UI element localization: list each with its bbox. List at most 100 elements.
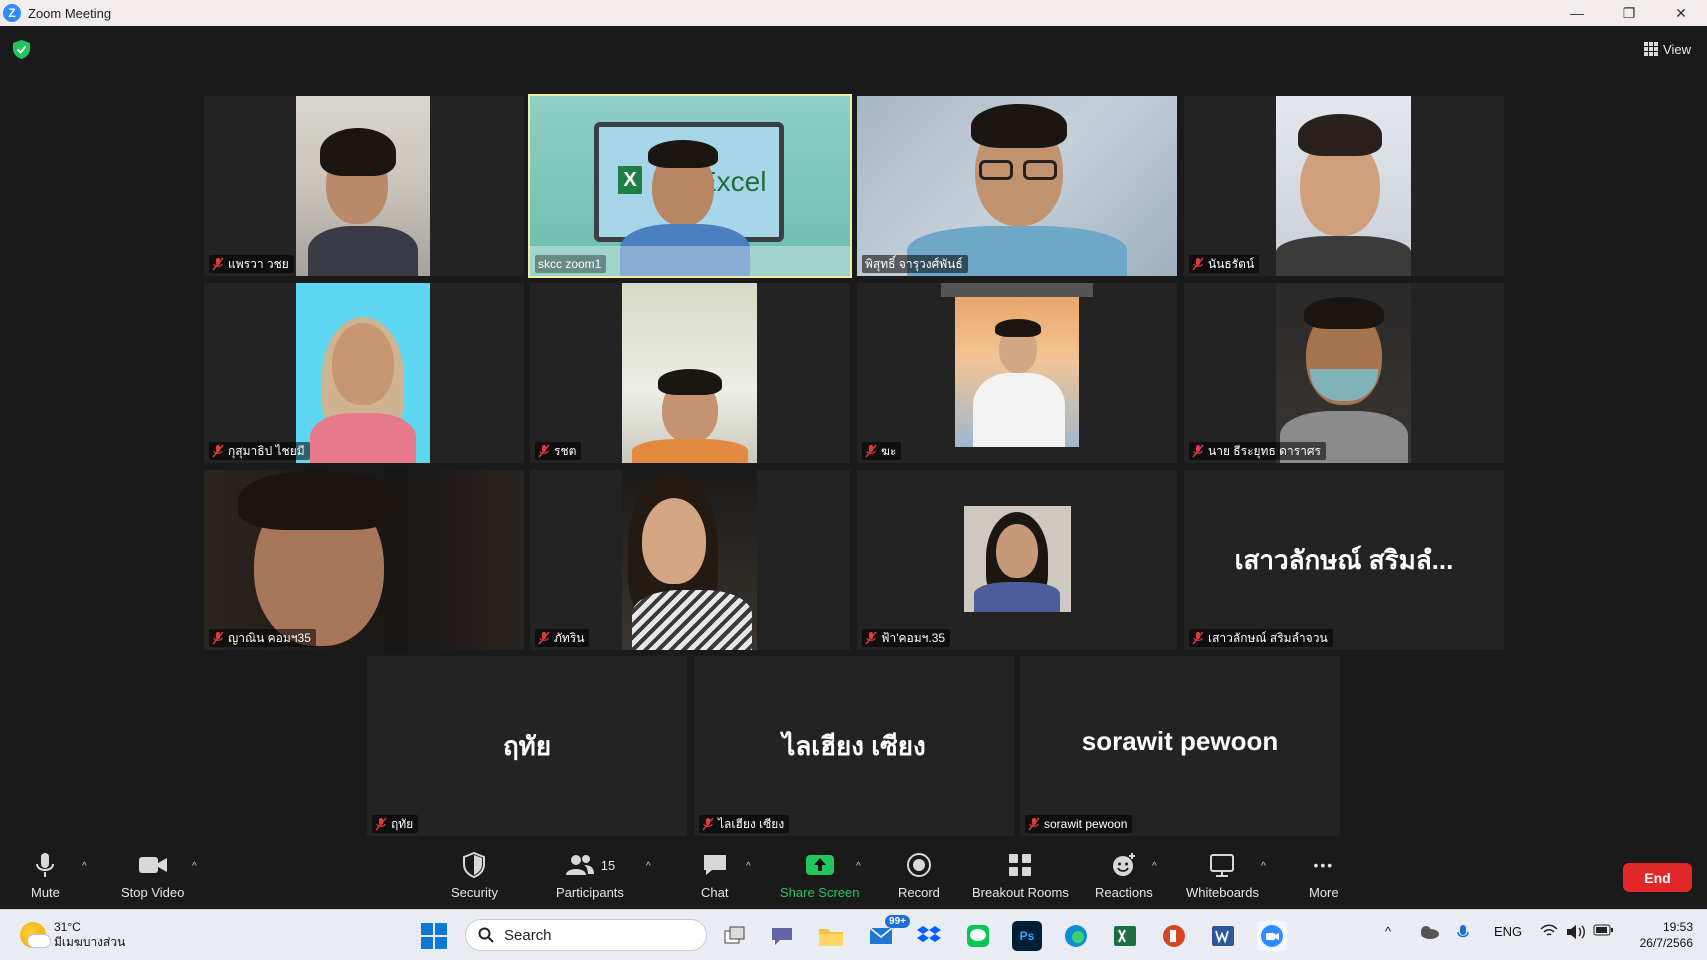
weather-widget[interactable]: 31°C มีเมฆบางส่วน xyxy=(20,920,125,950)
zoom-app-icon[interactable] xyxy=(1257,921,1287,951)
meeting-toolbar: Mute ^ Stop Video ^ Security 15 Particip… xyxy=(0,843,1707,909)
muted-microphone-icon xyxy=(538,631,550,645)
shared-thumbnails-strip xyxy=(941,283,1093,297)
window-title: Zoom Meeting xyxy=(28,5,112,21)
participants-count: 15 xyxy=(600,857,616,873)
participant-video xyxy=(857,96,1177,276)
chat-bubble-icon xyxy=(703,855,726,875)
audio-options-caret[interactable]: ^ xyxy=(82,861,87,872)
participant-name-label: ภัทริน xyxy=(535,629,590,647)
muted-microphone-icon xyxy=(375,817,387,831)
taskbar-search-box[interactable]: Search xyxy=(465,919,707,951)
more-button[interactable]: ••• More xyxy=(1309,851,1339,900)
video-options-caret[interactable]: ^ xyxy=(192,861,197,872)
input-language[interactable]: ENG xyxy=(1494,924,1522,939)
participant-display-name: ฤทัย xyxy=(502,731,552,761)
breakout-rooms-icon xyxy=(1009,854,1032,876)
security-button[interactable]: Security xyxy=(451,851,498,900)
participant-name-label: นาย ธีระยุทธ ดาราศร xyxy=(1189,442,1326,460)
participant-video xyxy=(955,297,1079,447)
participant-tile[interactable]: sorawit pewoon sorawit pewoon xyxy=(1020,656,1340,836)
clock-time: 19:53 xyxy=(1662,920,1693,934)
participant-video: X Excel xyxy=(530,96,850,276)
participant-tile-active-speaker[interactable]: X Excel skcc zoom1 xyxy=(528,94,852,278)
participant-tile[interactable]: ญาณิน คอมฯ35 xyxy=(204,470,524,650)
show-hidden-icons-chevron[interactable]: ^ xyxy=(1385,924,1391,939)
share-screen-arrow-icon xyxy=(805,855,834,875)
participant-tile[interactable]: ไลเฮียง เซียง ไลเฮียง เซียง xyxy=(694,656,1014,836)
participant-name-label: ไลเฮียง เซียง xyxy=(699,815,790,833)
participant-tile[interactable]: ฤทัย ฤทัย xyxy=(367,656,687,836)
dropbox-icon[interactable] xyxy=(914,921,944,951)
wifi-icon[interactable] xyxy=(1540,924,1558,941)
participants-button[interactable]: 15 Participants xyxy=(556,851,624,900)
participant-tile[interactable]: ฟ้า'คอมฯ.35 xyxy=(857,470,1177,650)
smiley-face-icon xyxy=(1112,853,1135,876)
participant-display-name: sorawit pewoon xyxy=(1081,726,1279,756)
whiteboards-options-caret[interactable]: ^ xyxy=(1261,861,1266,872)
muted-microphone-icon xyxy=(1192,444,1204,458)
muted-microphone-icon xyxy=(212,257,224,271)
task-view-icon[interactable] xyxy=(720,921,750,951)
whiteboards-button[interactable]: Whiteboards xyxy=(1186,851,1259,900)
participant-tile[interactable]: แพรวา วชย xyxy=(204,96,524,276)
photoshop-icon[interactable]: Ps xyxy=(1012,921,1042,951)
share-screen-button[interactable]: Share Screen xyxy=(780,851,860,900)
participant-tile[interactable]: นันธรัตน์ xyxy=(1184,96,1504,276)
reactions-options-caret[interactable]: ^ xyxy=(1152,861,1157,872)
participant-video xyxy=(296,96,430,276)
participant-name-label: กุสุมาธิป ไชยมี xyxy=(209,442,310,460)
participant-tile[interactable]: ฆะ xyxy=(857,283,1177,463)
participant-tile[interactable]: เสาวลักษณ์ สริมลํ... เสาวลักษณ์ สริมลำจว… xyxy=(1184,470,1504,650)
participant-name-label: นันธรัตน์ xyxy=(1189,255,1260,273)
onedrive-cloud-icon[interactable] xyxy=(1418,925,1440,942)
edge-browser-icon[interactable] xyxy=(1061,921,1091,951)
share-options-caret[interactable]: ^ xyxy=(856,861,861,872)
breakout-rooms-button[interactable]: Breakout Rooms xyxy=(972,851,1069,900)
line-app-icon[interactable] xyxy=(963,921,993,951)
reactions-button[interactable]: Reactions xyxy=(1095,851,1153,900)
excel-icon[interactable] xyxy=(1110,921,1140,951)
microphone-in-use-icon[interactable] xyxy=(1457,924,1469,945)
participant-tile[interactable]: ภัทริน xyxy=(530,470,850,650)
minimize-button[interactable]: — xyxy=(1551,0,1603,26)
participant-tile[interactable]: นาย ธีระยุทธ ดาราศร xyxy=(1184,283,1504,463)
muted-microphone-icon xyxy=(1028,817,1040,831)
battery-icon[interactable] xyxy=(1593,924,1613,939)
excel-logo-icon: X xyxy=(618,166,642,194)
view-button[interactable]: View xyxy=(1644,38,1691,60)
restore-button[interactable]: ❐ xyxy=(1603,0,1655,26)
ellipsis-icon: ••• xyxy=(1313,857,1335,873)
participant-video xyxy=(622,283,757,463)
powerpoint-icon[interactable] xyxy=(1159,921,1189,951)
zoom-logo-icon: Z xyxy=(3,4,21,22)
participant-video xyxy=(204,470,524,650)
end-meeting-button[interactable]: End xyxy=(1623,863,1692,892)
windows-start-icon[interactable] xyxy=(421,923,447,949)
teams-chat-icon[interactable] xyxy=(767,921,797,951)
stop-video-button[interactable]: Stop Video xyxy=(121,851,184,900)
file-explorer-icon[interactable] xyxy=(816,921,846,951)
participant-name-label: พิสุทธิ์ จารุวงศ์พันธ์ xyxy=(862,255,968,273)
participant-name-label: ฆะ xyxy=(862,442,902,460)
participants-icon xyxy=(565,855,594,875)
word-icon[interactable] xyxy=(1208,921,1238,951)
record-button[interactable]: Record xyxy=(898,851,940,900)
whiteboard-icon xyxy=(1210,854,1235,877)
mail-icon[interactable]: 99+ xyxy=(866,915,910,951)
participant-name-label: sorawit pewoon xyxy=(1025,815,1133,833)
chat-button[interactable]: Chat xyxy=(701,851,728,900)
muted-microphone-icon xyxy=(212,631,224,645)
volume-icon[interactable] xyxy=(1566,924,1586,943)
participant-video xyxy=(1276,283,1411,463)
mute-button[interactable]: Mute xyxy=(31,851,60,900)
participants-options-caret[interactable]: ^ xyxy=(646,861,651,872)
taskbar-clock[interactable]: 19:53 26/7/2566 xyxy=(1640,919,1693,951)
encryption-shield-icon[interactable] xyxy=(13,40,30,59)
close-button[interactable]: ✕ xyxy=(1655,0,1707,26)
participant-tile[interactable]: พิสุทธิ์ จารุวงศ์พันธ์ xyxy=(857,96,1177,276)
chat-options-caret[interactable]: ^ xyxy=(746,861,751,872)
participant-tile[interactable]: กุสุมาธิป ไชยมี xyxy=(204,283,524,463)
participant-video xyxy=(622,470,757,650)
participant-tile[interactable]: รชต xyxy=(530,283,850,463)
